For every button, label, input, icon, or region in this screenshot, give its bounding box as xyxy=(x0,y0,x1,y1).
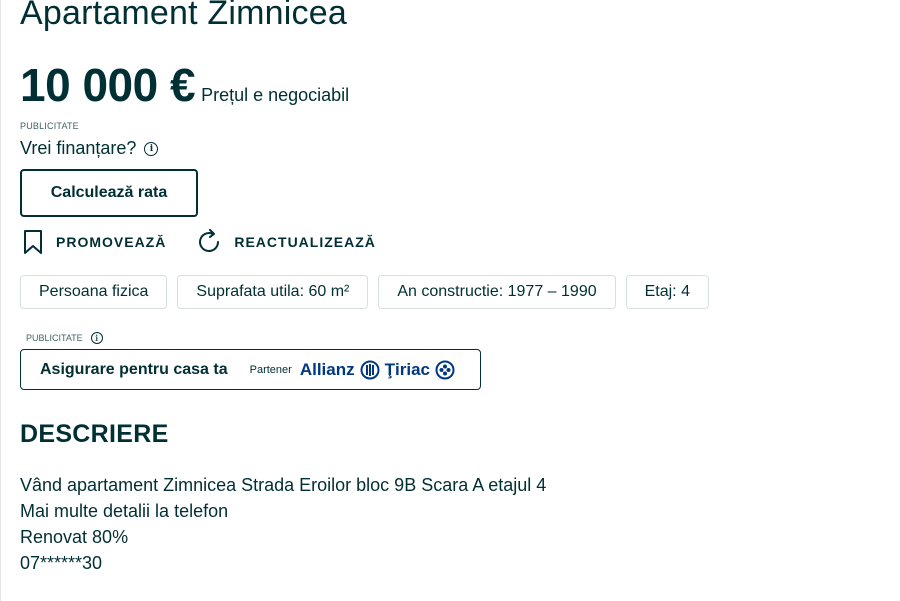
attribute-chip-floor: Etaj: 4 xyxy=(625,275,709,309)
description-body: Vând apartament Zimnicea Strada Eroilor … xyxy=(20,472,546,576)
allianz-emblem-icon xyxy=(360,360,380,379)
brand-name-allianz: Allianz xyxy=(299,359,355,379)
promote-button[interactable]: PROMOVEAZĂ xyxy=(22,229,166,255)
insurance-text: Asigurare pentru casa ta xyxy=(40,360,228,378)
attribute-chip-area: Suprafata utila: 60 m² xyxy=(177,275,369,309)
tiriac-emblem-icon xyxy=(435,360,455,379)
refresh-icon xyxy=(199,229,220,252)
promote-label: PROMOVEAZĂ xyxy=(56,234,167,250)
description-line: Renovat 80% xyxy=(20,527,129,547)
info-icon[interactable]: i xyxy=(90,332,103,344)
financing-question-text: Vrei finanțare? xyxy=(20,138,137,158)
page-divider xyxy=(0,0,1,601)
refresh-button[interactable]: REACTUALIZEAZĂ xyxy=(198,229,376,255)
insurance-ad-label-text: PUBLICITATE xyxy=(26,333,83,343)
financing-question: Vrei finanțare? i xyxy=(20,138,159,159)
insurance-banner[interactable]: Asigurare pentru casa ta Partener Allian… xyxy=(20,349,481,390)
description-line: Vând apartament Zimnicea Strada Eroilor … xyxy=(20,475,547,495)
negotiable-label: Prețul e negociabil xyxy=(201,85,350,105)
ad-label: PUBLICITATE xyxy=(20,121,79,131)
info-icon[interactable]: i xyxy=(144,141,159,156)
refresh-label: REACTUALIZEAZĂ xyxy=(234,234,376,250)
description-line: Mai multe detalii la telefon xyxy=(20,501,229,521)
price: 10 000 € xyxy=(20,59,196,111)
description-line: 07******30 xyxy=(20,553,103,573)
description-heading: DESCRIERE xyxy=(20,420,169,448)
bookmark-icon xyxy=(24,230,42,254)
brand-name-tiriac: Ţiriac xyxy=(384,359,430,379)
allianz-tiriac-logo: Allianz Ţiriac xyxy=(300,360,455,380)
price-row: 10 000 € Prețul e negociabil xyxy=(20,58,349,112)
listing-title: Apartament Zimnicea xyxy=(20,0,347,32)
insurance-ad-label: PUBLICITATE i xyxy=(26,332,103,344)
attribute-chip-construction-year: An constructie: 1977 – 1990 xyxy=(378,275,616,309)
attribute-chips: Persoana fizica Suprafata utila: 60 m² A… xyxy=(20,275,709,309)
listing-actions: PROMOVEAZĂ REACTUALIZEAZĂ xyxy=(22,229,408,255)
calculate-rate-button[interactable]: Calculează rata xyxy=(20,169,198,217)
attribute-chip-seller-type: Persoana fizica xyxy=(20,275,168,309)
partner-label: Partener xyxy=(249,363,292,376)
